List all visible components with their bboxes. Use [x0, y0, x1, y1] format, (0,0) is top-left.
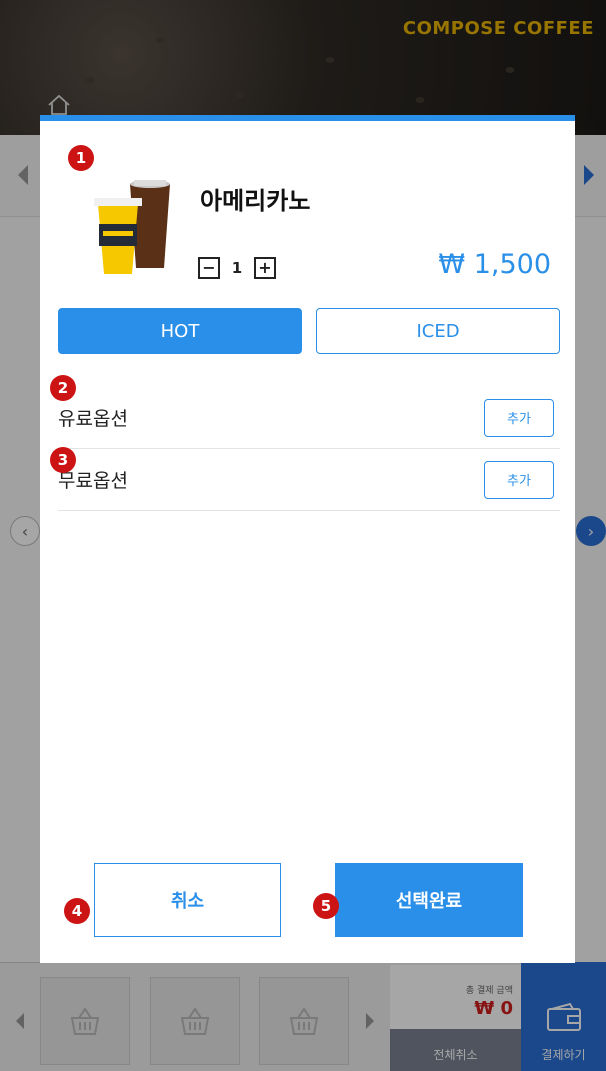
- quantity-increase-button[interactable]: +: [254, 257, 276, 279]
- option-modal: 아메리카노 − 1 + ₩ 1,500 HOT ICED 유료옵션 추가 무료옵…: [40, 115, 575, 963]
- callout-marker: 5: [313, 893, 339, 919]
- product-price: ₩ 1,500: [438, 249, 551, 280]
- confirm-button[interactable]: 선택완료: [335, 863, 523, 937]
- americano-product-image: [94, 180, 170, 274]
- callout-marker: 1: [68, 145, 94, 171]
- iced-button[interactable]: ICED: [316, 308, 560, 354]
- free-option-row: 무료옵션 추가: [58, 449, 560, 511]
- quantity-value: 1: [231, 259, 243, 277]
- quantity-stepper: − 1 +: [198, 257, 276, 279]
- callout-marker: 2: [50, 375, 76, 401]
- hot-button[interactable]: HOT: [58, 308, 302, 354]
- paid-option-row: 유료옵션 추가: [58, 387, 560, 449]
- paid-option-label: 유료옵션: [58, 408, 128, 430]
- cancel-button[interactable]: 취소: [94, 863, 281, 937]
- paid-option-add-button[interactable]: 추가: [484, 398, 554, 437]
- free-option-add-button[interactable]: 추가: [484, 460, 554, 499]
- callout-marker: 3: [50, 447, 76, 473]
- callout-marker: 4: [64, 898, 90, 924]
- temperature-toggle: HOT ICED: [58, 308, 560, 354]
- quantity-decrease-button[interactable]: −: [198, 257, 220, 279]
- product-name: 아메리카노: [200, 187, 311, 215]
